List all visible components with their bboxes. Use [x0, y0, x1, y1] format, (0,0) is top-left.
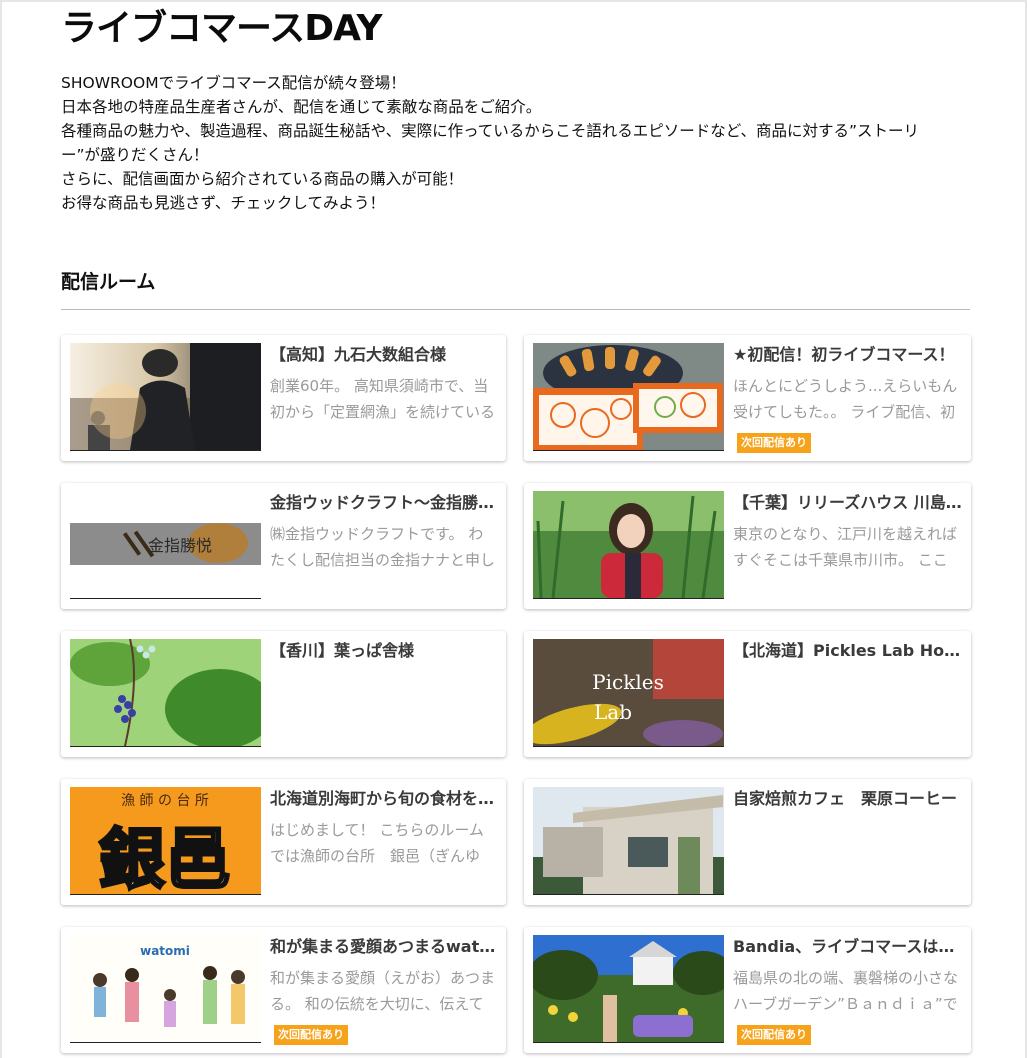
room-title[interactable]: 【北海道】Pickles Lab Hokkaido	[733, 639, 962, 663]
cafe-photo	[533, 787, 724, 894]
room-thumbnail[interactable]	[70, 639, 261, 747]
room-title[interactable]: 北海道別海町から旬の食材をお届け	[270, 787, 497, 811]
room-card[interactable]: watomi 和が集まる愛顔あつまるwatomi 和が集まる愛顔（えがお）あつま…	[61, 927, 506, 1053]
ginyu-sign-top-text: 漁 師 の 台 所	[121, 793, 209, 809]
woodcraft-logo-text: 金指勝悦	[148, 536, 212, 555]
sweets-photo	[533, 343, 724, 450]
room-title[interactable]: 【千葉】リリーズハウス 川島農園	[733, 491, 962, 515]
ginyu-sign: 漁 師 の 台 所 銀邑	[70, 787, 261, 894]
room-description: はじめまして！ こちらのルームでは漁師の台所 銀邑（ぎんゆう）がお届けします。	[270, 821, 484, 865]
intro-text: SHOWROOMでライブコマース配信が続々登場！ 日本各地の特産品生産者さんが、…	[61, 71, 941, 215]
room-title[interactable]: 金指ウッドクラフト〜金指勝悦〜	[270, 491, 497, 515]
fisherman-photo	[70, 343, 261, 450]
room-description: 創業60年。 高知県須崎市で、当初から「定置網漁」を続けているのが九石大数組合で…	[270, 377, 496, 421]
ginyu-sign-main-text: 銀邑	[99, 821, 231, 894]
woodcraft-logo: 金指勝悦	[70, 491, 261, 598]
room-card[interactable]: 【香川】葉っぱ舎様	[61, 631, 506, 757]
room-title[interactable]: 自家焙煎カフェ 栗原コーヒー	[733, 787, 962, 811]
intro-line: 各種商品の魅力や、製造過程、商品誕生秘話や、実際に作っているからこそ語れるエピソ…	[61, 122, 920, 164]
room-thumbnail[interactable]	[533, 787, 724, 895]
room-card[interactable]: Bandia、ライブコマースはじめます 福島県の北の端、裏磐梯の小さなハーブガー…	[524, 927, 971, 1053]
room-thumbnail[interactable]	[70, 343, 261, 451]
room-thumbnail[interactable]	[533, 343, 724, 451]
room-card[interactable]: 【千葉】リリーズハウス 川島農園 東京のとなり、江戸川を越えればすぐそこは千葉県…	[524, 483, 971, 609]
berries-photo	[70, 639, 261, 746]
pickles-photo: Pickles Lab	[533, 639, 724, 746]
room-thumbnail[interactable]: 漁 師 の 台 所 銀邑	[70, 787, 261, 895]
room-description	[733, 817, 962, 869]
room-title[interactable]: 和が集まる愛顔あつまるwatomi	[270, 935, 497, 959]
intro-line: さらに、配信画面から紹介されている商品の購入が可能！	[61, 170, 464, 188]
room-title[interactable]: 【高知】九石大数組合様	[270, 343, 497, 367]
intro-line: 日本各地の特産品生産者さんが、配信を通じて素敵な商品をご紹介。	[61, 98, 542, 116]
next-broadcast-badge: 次回配信あり	[737, 1025, 811, 1045]
room-thumbnail[interactable]	[533, 491, 724, 599]
room-grid: 【高知】九石大数組合様 創業60年。 高知県須崎市で、当初から「定置網漁」を続け…	[61, 335, 971, 1053]
room-description	[733, 669, 962, 721]
room-description: 東京のとなり、江戸川を越えればすぐそこは千葉県市川市。 ここで花を育てています。	[733, 525, 957, 569]
intro-line: SHOWROOMでライブコマース配信が続々登場！	[61, 74, 406, 92]
room-title[interactable]: 【香川】葉っぱ舎様	[270, 639, 497, 663]
room-card[interactable]: 金指勝悦 金指ウッドクラフト〜金指勝悦〜 ㈱金指ウッドクラフトです。 わたくし配…	[61, 483, 506, 609]
room-description: 福島県の北の端、裏磐梯の小さなハーブガーデン”Ｂａｎｄｉａ”です。	[733, 969, 959, 1013]
room-description	[270, 669, 497, 721]
pickles-logo-line1: Pickles	[592, 670, 664, 694]
room-description: ほんとにどうしよう...えらいもん受けてしもた。。 ライブ配信、初めてです。	[733, 377, 958, 421]
room-card[interactable]: 漁 師 の 台 所 銀邑 北海道別海町から旬の食材をお届け はじめまして！ こち…	[61, 779, 506, 905]
room-card[interactable]: Pickles Lab 【北海道】Pickles Lab Hokkaido	[524, 631, 971, 757]
page-title: ライブコマースDAY	[61, 8, 383, 49]
intro-line: お得な商品も見逃さず、チェックしてみよう！	[61, 194, 385, 212]
lily-farm-photo	[533, 491, 724, 598]
watomi-logo: watomi	[140, 944, 190, 958]
room-thumbnail[interactable]	[533, 935, 724, 1043]
room-description: ㈱金指ウッドクラフトです。 わたくし配信担当の金指ナナと申します。	[270, 525, 496, 569]
pickles-logo-line2: Lab	[594, 700, 632, 724]
room-title[interactable]: Bandia、ライブコマースはじめます	[733, 935, 962, 959]
garden-photo	[533, 935, 724, 1042]
room-thumbnail[interactable]: Pickles Lab	[533, 639, 724, 747]
room-title[interactable]: ★初配信！初ライブコマース！	[733, 343, 962, 367]
section-title: 配信ルーム	[61, 271, 156, 293]
room-thumbnail[interactable]: watomi	[70, 935, 261, 1043]
watomi-illustration: watomi	[70, 935, 261, 1042]
next-broadcast-badge: 次回配信あり	[274, 1025, 348, 1045]
next-broadcast-badge: 次回配信あり	[737, 433, 811, 453]
room-card[interactable]: 自家焙煎カフェ 栗原コーヒー	[524, 779, 971, 905]
room-description: 和が集まる愛顔（えがお）あつまる。 和の伝統を大切に、伝えていきたい。	[270, 969, 496, 1013]
room-card[interactable]: 【高知】九石大数組合様 創業60年。 高知県須崎市で、当初から「定置網漁」を続け…	[61, 335, 506, 461]
room-card[interactable]: ★初配信！初ライブコマース！ ほんとにどうしよう...えらいもん受けてしもた。。…	[524, 335, 971, 461]
room-thumbnail[interactable]: 金指勝悦	[70, 491, 261, 599]
section-divider	[61, 309, 970, 310]
